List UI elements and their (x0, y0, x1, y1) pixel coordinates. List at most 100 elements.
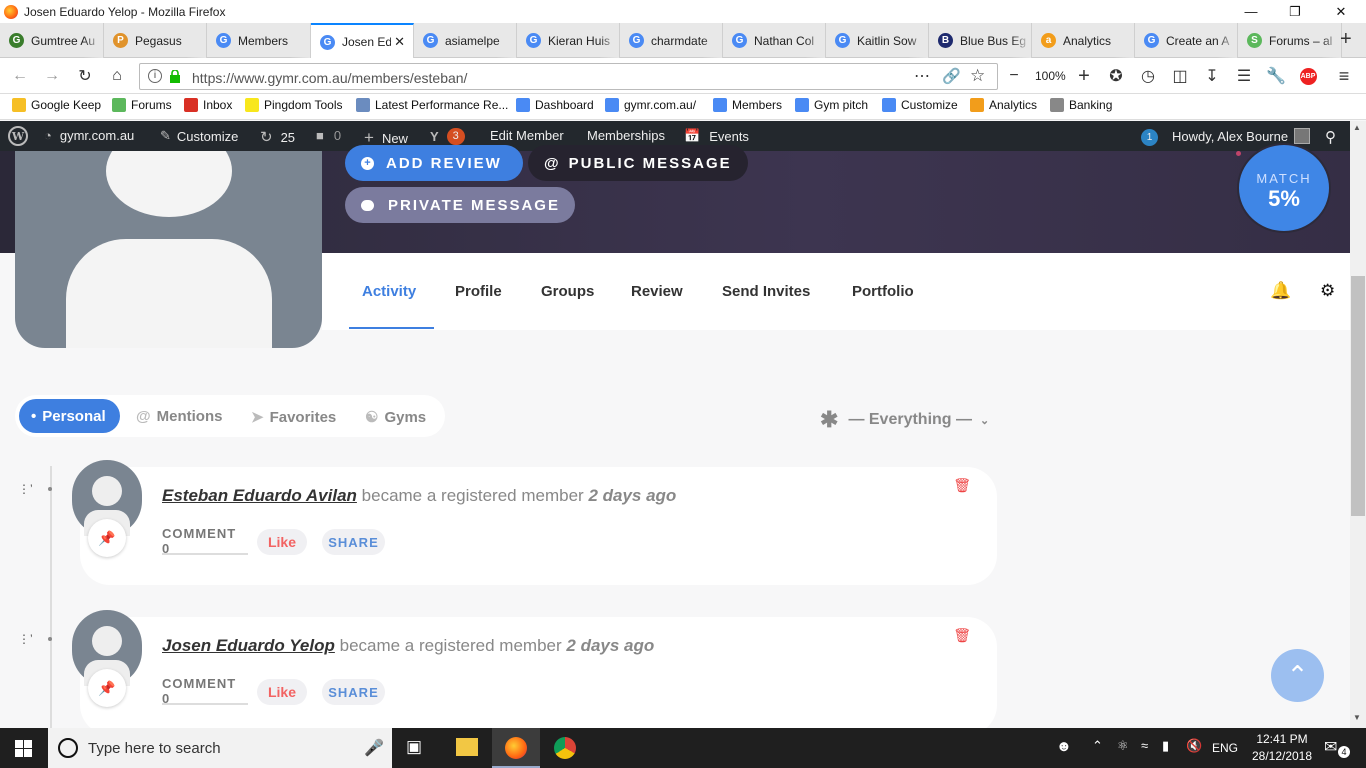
close-tab-icon[interactable]: ✕ (391, 34, 405, 50)
bookmark-item[interactable]: Google Keep (12, 98, 101, 112)
bookmark-item[interactable]: Pingdom Tools (245, 98, 343, 112)
bookmark-item[interactable]: Inbox (184, 98, 232, 112)
like-button[interactable]: Like (257, 679, 307, 705)
minimize-button[interactable]: — (1228, 0, 1274, 23)
browser-tab[interactable]: G Members (207, 23, 311, 58)
people-icon[interactable]: ☻ (1056, 738, 1072, 755)
filter-mentions[interactable]: @ Mentions (136, 408, 222, 425)
bookmark-item[interactable]: Latest Performance Re... (356, 98, 508, 112)
microphone-icon[interactable]: 🎤 (364, 738, 384, 758)
address-bar[interactable]: i https://www.gymr.com.au/members/esteba… (139, 63, 998, 90)
browser-tab[interactable]: G Kieran Huis (517, 23, 620, 58)
taskbar-firefox-button[interactable] (492, 728, 540, 768)
bookmark-item[interactable]: Members (713, 98, 782, 112)
profile-tab[interactable]: Portfolio (852, 283, 914, 300)
share-button[interactable]: SHARE (322, 679, 385, 705)
network-status-icon[interactable]: ⚛ (1117, 738, 1129, 754)
menu-icon[interactable]: ≡ (1332, 64, 1356, 88)
trash-icon[interactable]: 🗑 (953, 627, 971, 644)
favorite-pin-button[interactable]: 📌 (88, 519, 126, 557)
battery-icon[interactable]: ▮ (1162, 738, 1169, 754)
language-indicator[interactable]: ENG (1212, 741, 1238, 755)
trash-icon[interactable]: 🗑 (953, 477, 971, 494)
library-icon[interactable]: ☰ (1232, 64, 1256, 88)
filter-gyms[interactable]: ☯ Gyms (365, 408, 426, 427)
profile-tab[interactable]: Send Invites (722, 283, 810, 300)
customize-link[interactable]: ✎ Customize (160, 128, 238, 144)
comment-button[interactable]: COMMENT 0 (162, 676, 248, 706)
howdy-account-menu[interactable]: Howdy, Alex Bourne (1172, 128, 1311, 144)
notifications-badge[interactable]: 1 (1141, 129, 1158, 146)
action-center-icon[interactable]: ✉ (1324, 737, 1337, 757)
scroll-down-icon[interactable]: ▼ (1353, 713, 1361, 722)
bookmark-item[interactable]: Dashboard (516, 98, 594, 112)
new-tab-button[interactable]: + (1340, 28, 1352, 51)
file-explorer-icon[interactable] (456, 738, 478, 756)
pocket-icon[interactable]: ✪ (1104, 64, 1128, 88)
scrollbar-track[interactable]: ▲ ▼ (1350, 121, 1366, 728)
volume-muted-icon[interactable]: 🔇 (1186, 738, 1202, 754)
wordpress-icon[interactable]: W (8, 126, 28, 146)
home-icon[interactable]: ⌂ (105, 64, 129, 88)
comments-link[interactable]: ■ 0 (316, 128, 341, 143)
search-icon[interactable]: ⚲ (1325, 128, 1336, 146)
bookmark-item[interactable]: Banking (1050, 98, 1112, 112)
browser-tab[interactable]: G Kaitlin Sow (826, 23, 929, 58)
clock[interactable]: 12:41 PM 28/12/2018 (1250, 731, 1314, 765)
close-window-button[interactable]: ✕ (1318, 0, 1364, 23)
profile-tab[interactable]: Profile (455, 283, 502, 300)
profile-tab[interactable]: Groups (541, 283, 594, 300)
browser-tab[interactable]: B Blue Bus Eg (929, 23, 1032, 58)
page-actions-icon[interactable]: ⋯ (914, 66, 930, 86)
info-icon[interactable]: i (148, 69, 162, 83)
bookmark-item[interactable]: Analytics (970, 98, 1037, 112)
browser-tab[interactable]: S Forums – al (1238, 23, 1342, 58)
browser-tab[interactable]: Gasiamelpe (414, 23, 517, 58)
reload-icon[interactable]: ↻ (73, 64, 97, 88)
download-icon[interactable]: ↧ (1200, 64, 1224, 88)
screenshot-icon[interactable]: ◫ (1168, 64, 1192, 88)
activity-type-select[interactable]: ✱ — Everything — ⌄ (820, 407, 989, 433)
site-name-link[interactable]: ◔ gymr.com.au (44, 128, 134, 143)
filter-personal[interactable]: • Personal (31, 408, 106, 425)
scroll-top-button[interactable]: ⌃ (1271, 649, 1324, 702)
browser-tab[interactable]: a Analytics (1032, 23, 1135, 58)
like-button[interactable]: Like (257, 529, 307, 555)
bookmark-item[interactable]: Customize (882, 98, 958, 112)
task-view-icon[interactable]: ▣ (406, 737, 422, 757)
zoom-out-icon[interactable]: − (1002, 64, 1026, 88)
filter-favorites[interactable]: ➤ Favorites (251, 408, 336, 427)
back-icon[interactable]: ← (8, 64, 32, 88)
bookmark-item[interactable]: gymr.com.au/ (605, 98, 696, 112)
scroll-up-icon[interactable]: ▲ (1353, 123, 1361, 132)
public-message-button[interactable]: @ PUBLIC MESSAGE (528, 145, 748, 181)
gear-icon[interactable]: ⚙ (1320, 281, 1335, 301)
member-name-link[interactable]: Josen Eduardo Yelop (162, 636, 335, 655)
taskbar-search-box[interactable]: Type here to search 🎤 (48, 728, 392, 768)
chrome-icon[interactable] (554, 737, 576, 759)
scrollbar-thumb[interactable] (1351, 276, 1365, 516)
adblock-icon[interactable]: ABP (1296, 64, 1320, 88)
member-name-link[interactable]: Esteban Eduardo Avilan (162, 486, 357, 505)
memberships-link[interactable]: Memberships (587, 128, 665, 143)
url-text[interactable]: https://www.gymr.com.au/members/esteban/ (192, 70, 467, 86)
browser-tab[interactable]: Gcharmdate (620, 23, 723, 58)
yoast-menu[interactable]: Y3 (430, 128, 465, 145)
bookmark-item[interactable]: Forums (112, 98, 172, 112)
browser-tab[interactable]: G Josen Ed ✕ (311, 23, 414, 59)
share-button[interactable]: SHARE (322, 529, 385, 555)
zoom-level[interactable]: 100% (1035, 69, 1066, 83)
add-review-button[interactable]: + ADD REVIEW (345, 145, 523, 181)
wrench-icon[interactable]: 🔧 (1264, 64, 1288, 88)
browser-tab[interactable]: G Nathan Col (723, 23, 826, 58)
link-icon[interactable]: 🔗 (942, 67, 961, 85)
bell-icon[interactable]: 🔔 (1270, 281, 1291, 301)
activity-drag-handle-icon[interactable]: ⋮’ (18, 632, 33, 646)
zoom-in-icon[interactable]: + (1072, 64, 1096, 88)
bookmark-star-icon[interactable]: ☆ (970, 66, 985, 86)
history-icon[interactable]: ◷ (1136, 64, 1160, 88)
events-link[interactable]: 📅 Events (684, 128, 749, 144)
profile-tab[interactable]: Activity (362, 283, 416, 300)
bookmark-item[interactable]: Gym pitch (795, 98, 868, 112)
browser-tab[interactable]: P Pegasus (104, 23, 207, 58)
